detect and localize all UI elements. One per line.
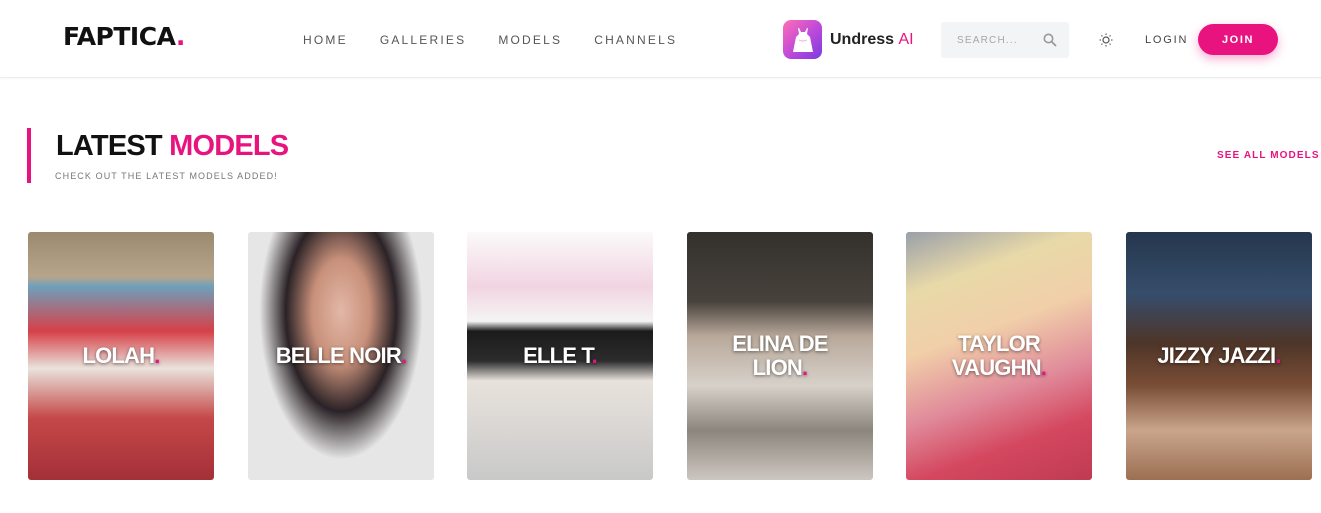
nav-models-link[interactable]: MODELS [498, 33, 562, 47]
model-name: JIZZY JAZZI [1157, 343, 1276, 368]
search-icon[interactable] [1043, 33, 1057, 52]
model-name: BELLE NOIR [275, 343, 402, 368]
site-logo[interactable]: FAPTICA. [63, 22, 185, 51]
search-input[interactable] [957, 34, 1037, 46]
model-card-lolah[interactable]: LOLAH. [28, 232, 214, 480]
sun-icon[interactable] [1099, 33, 1113, 47]
section-accent-bar [27, 128, 31, 183]
promo-name: Undress [830, 30, 895, 48]
undress-ai-promo[interactable]: Undress AI [783, 20, 914, 59]
main-nav: HOME GALLERIES MODELS CHANNELS [303, 33, 709, 47]
model-card-elle-t[interactable]: ELLE T. [467, 232, 653, 480]
dress-icon [783, 20, 822, 59]
model-name: LOLAH [82, 343, 155, 368]
model-name: TAYLOR VAUGHN [951, 331, 1042, 380]
promo-suffix: AI [898, 30, 914, 48]
login-link[interactable]: LOGIN [1145, 34, 1188, 46]
nav-galleries-link[interactable]: GALLERIES [380, 33, 467, 47]
nav-channels-link[interactable]: CHANNELS [594, 33, 677, 47]
section-subtitle: CHECK OUT THE LATEST MODELS ADDED! [55, 171, 278, 181]
model-card-taylor-vaughn[interactable]: TAYLOR VAUGHN. [906, 232, 1092, 480]
model-name: ELINA DE LION [732, 331, 828, 380]
site-header: FAPTICA. HOME GALLERIES MODELS CHANNELS … [0, 0, 1321, 78]
join-button[interactable]: JOIN [1198, 24, 1278, 55]
section-title: LATEST MODELS [56, 130, 289, 162]
model-card-belle-noir[interactable]: BELLE NOIR. [248, 232, 434, 480]
nav-home-link[interactable]: HOME [303, 33, 348, 47]
model-card-elina-de-lion[interactable]: ELINA DE LION. [687, 232, 873, 480]
model-name: ELLE T [523, 343, 592, 368]
model-card-jizzy-jazzi[interactable]: JIZZY JAZZI. [1126, 232, 1312, 480]
see-all-models-link[interactable]: SEE ALL MODELS [1217, 150, 1320, 161]
search-box [941, 22, 1069, 58]
